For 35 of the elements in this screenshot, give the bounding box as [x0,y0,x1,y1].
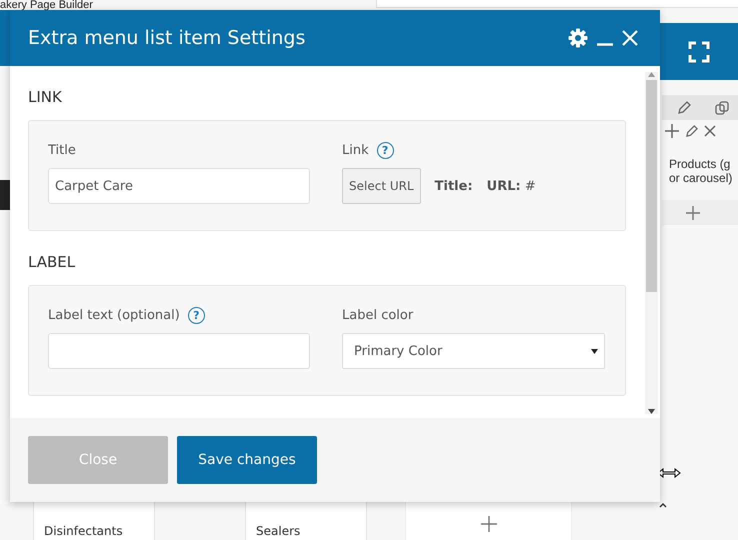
item-name: Disinfectants [43,523,124,538]
close-icon[interactable] [704,125,716,137]
help-icon[interactable]: ? [188,306,205,324]
field-label: Title [48,142,76,158]
link-title-label: Title: [434,178,473,194]
scroll-down-icon[interactable] [648,409,655,414]
settings-icon[interactable] [568,28,588,48]
dropdown-arrow-icon [591,348,598,354]
scrollbar-thumb[interactable] [646,80,657,292]
fullscreen-icon[interactable] [688,40,710,62]
add-icon[interactable] [480,516,496,532]
link-url-text: URL: # [486,178,536,194]
element-label: Products (g or carousel) [669,157,732,185]
add-icon[interactable] [686,206,700,220]
add-icon[interactable] [665,124,679,138]
input-field[interactable] [48,333,310,369]
copy-icon[interactable] [715,100,729,114]
caret-icon [659,502,667,508]
pencil-icon[interactable] [677,100,691,114]
dialog-title: Extra menu list item Settings [28,27,306,49]
scrollbar[interactable] [645,72,658,414]
section-heading: LABEL [28,253,76,271]
field-label: Link [342,142,369,158]
field-label: Label color [342,308,414,322]
save-button[interactable]: Save changes [177,436,317,484]
field-label: Label text (optional) [48,308,180,322]
select-url-button[interactable]: Select URL [342,168,421,204]
pencil-icon[interactable] [685,124,698,138]
color-dropdown[interactable]: Primary Color [342,333,605,369]
input-field[interactable]: Carpet Care [48,168,310,204]
help-icon[interactable]: ? [376,142,394,158]
page-title: akery Page Builder [0,0,93,11]
section-heading: LINK [28,88,63,106]
scroll-up-icon[interactable] [648,72,655,77]
item-name: Sealers [255,523,302,538]
